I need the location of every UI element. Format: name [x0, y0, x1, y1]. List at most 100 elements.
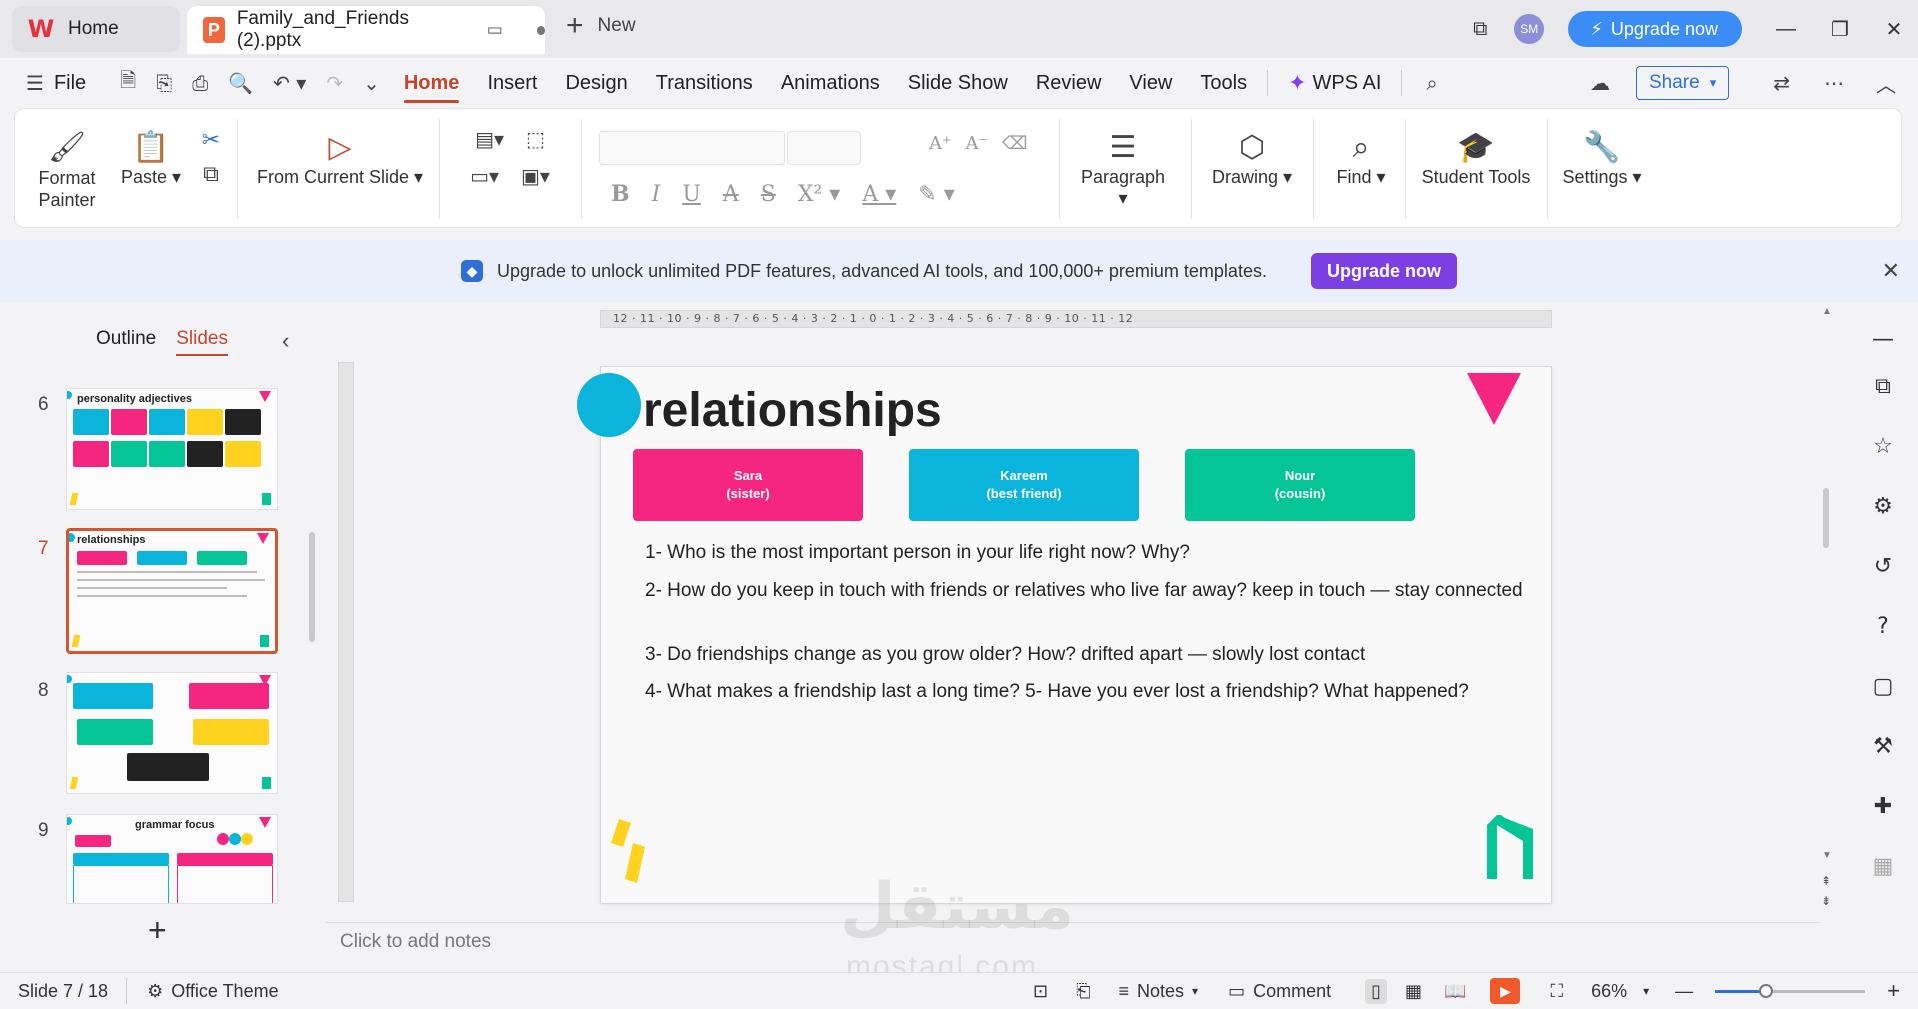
student-tools-button[interactable]: 🎓 Student Tools	[1417, 109, 1535, 229]
reading-view-icon[interactable]: 📖	[1444, 981, 1466, 1002]
notes-toggle[interactable]: ≡ Notes ▾	[1119, 981, 1199, 1002]
tab-document[interactable]: P Family_and_Friends (2).pptx ▭	[187, 6, 545, 54]
menu-transitions[interactable]: Transitions	[642, 63, 767, 103]
reset-icon[interactable]: ▣▾	[521, 164, 550, 189]
cut-copy-buttons[interactable]: ✂ ⧉	[193, 109, 229, 229]
underline-icon[interactable]: U	[682, 182, 701, 207]
relation-box-sara[interactable]: Sara (sister)	[633, 449, 863, 521]
normal-view-icon[interactable]: ▯	[1365, 978, 1388, 1004]
format-painter-button[interactable]: 🖌 Format Painter	[35, 109, 99, 229]
favorites-star-icon[interactable]: ☆	[1873, 416, 1893, 476]
zoom-out-icon[interactable]: —	[1675, 981, 1693, 1002]
more-options-icon[interactable]: ⋯	[1814, 71, 1854, 95]
collaborate-icon[interactable]: ⇄	[1763, 71, 1800, 95]
vertical-ruler[interactable]	[338, 362, 354, 902]
slide-title[interactable]: relationships	[643, 383, 942, 438]
scroll-up-icon[interactable]: ▲	[1822, 306, 1832, 317]
new-tab-button[interactable]: + New	[566, 11, 636, 41]
tab-outline[interactable]: Outline	[96, 328, 156, 356]
new-slide-icon[interactable]: ▤▾	[475, 127, 504, 152]
monitor-icon[interactable]: ▭	[487, 20, 503, 40]
question-2[interactable]: 2- How do you keep in touch with friends…	[645, 577, 1525, 605]
menu-wps-ai[interactable]: ✦ WPS AI	[1274, 63, 1395, 103]
collapse-panel-icon[interactable]: ‹	[282, 328, 289, 354]
history-icon[interactable]: ↺	[1874, 536, 1892, 596]
panel-scrollbar[interactable]	[309, 532, 315, 642]
menu-file[interactable]: File	[54, 63, 100, 103]
relation-box-nour[interactable]: Nour (cousin)	[1185, 449, 1415, 521]
menu-insert[interactable]: Insert	[473, 63, 551, 103]
zoom-level[interactable]: 66%	[1591, 981, 1627, 1002]
help-icon[interactable]: ?	[1877, 596, 1889, 656]
zoom-slider[interactable]	[1715, 983, 1866, 998]
increase-font-icon[interactable]: A⁺	[929, 133, 952, 154]
highlight-icon[interactable]: ✎ ▾	[918, 182, 954, 207]
close-icon[interactable]: ✕	[1882, 258, 1900, 284]
menu-view[interactable]: View	[1115, 63, 1186, 103]
menu-tools[interactable]: Tools	[1186, 63, 1261, 103]
layout-buttons[interactable]: ▤▾ ⬚ ▭▾ ▣▾	[455, 109, 565, 229]
slide-canvas[interactable]: relationships Sara (sister) Kareem (best…	[577, 366, 1552, 904]
upgrade-now-button[interactable]: ⚡ Upgrade now	[1568, 11, 1742, 47]
collapse-sidebar-icon[interactable]: —	[1872, 322, 1894, 356]
font-color-icon[interactable]: A ▾	[862, 182, 896, 207]
paste-button[interactable]: 📋 Paste ▾	[119, 109, 183, 229]
question-1[interactable]: 1- Who is the most important person in y…	[645, 539, 1525, 567]
slide-layout-icon[interactable]: ⧉	[1875, 356, 1891, 416]
question-4-5[interactable]: 4- What makes a friendship last a long t…	[645, 678, 1525, 706]
question-3[interactable]: 3- Do friendships change as you grow old…	[645, 641, 1525, 669]
menu-animations[interactable]: Animations	[767, 63, 894, 103]
prev-slide-icon[interactable]: ⇞	[1821, 874, 1831, 888]
avatar[interactable]: SM	[1514, 14, 1545, 44]
close-window-icon[interactable]: ✕	[1882, 17, 1906, 41]
cloud-sync-icon[interactable]: ☁	[1580, 71, 1620, 95]
theme-button[interactable]: ⚙ Office Theme	[147, 981, 279, 1002]
menu-home[interactable]: Home	[390, 63, 474, 103]
comment-toggle[interactable]: ▭ Comment	[1228, 981, 1331, 1002]
window-switch-icon[interactable]: ⧉	[1468, 17, 1492, 41]
properties-sliders-icon[interactable]: ⚙	[1873, 476, 1893, 536]
zoom-in-icon[interactable]: +	[1887, 978, 1900, 1004]
drawing-button[interactable]: ⬡ Drawing ▾	[1207, 109, 1297, 229]
canvas-scrollbar[interactable]: ▲ ▼ ⇞ ⇟	[1820, 302, 1834, 922]
tab-home[interactable]: W Home	[12, 6, 180, 52]
add-slide-icon[interactable]: +	[148, 912, 167, 949]
italic-icon[interactable]: I	[652, 182, 661, 207]
settings-button[interactable]: 🔧 Settings ▾	[1561, 109, 1643, 229]
unsaved-dot-icon[interactable]	[536, 25, 545, 35]
restore-icon[interactable]: ❐	[1828, 17, 1852, 41]
more-dropdown-icon[interactable]: ⌄	[353, 71, 390, 95]
share-button[interactable]: Share ▾	[1636, 66, 1730, 100]
decrease-font-icon[interactable]: A⁻	[966, 133, 989, 154]
superscript-icon[interactable]: X² ▾	[798, 182, 841, 207]
save-icon[interactable]: 🗎	[110, 66, 146, 100]
tools-icon[interactable]: ⚒	[1873, 716, 1893, 776]
print-icon[interactable]: ⎙	[182, 71, 218, 95]
sorter-view-icon[interactable]: ▦	[1405, 981, 1422, 1002]
paragraph-button[interactable]: ☰ Paragraph ▾	[1075, 109, 1171, 229]
bold-icon[interactable]: B	[611, 181, 630, 207]
export-slide-icon[interactable]: ⎗	[1076, 981, 1090, 1002]
comment-icon[interactable]: ▢	[1873, 656, 1894, 716]
tab-slides[interactable]: Slides	[176, 328, 228, 356]
undo-icon[interactable]: ↶ ▾	[263, 71, 316, 95]
fit-window-icon[interactable]: ⛶	[1550, 981, 1563, 1002]
zoom-dropdown-icon[interactable]: ▾	[1643, 984, 1649, 998]
layout-icon[interactable]: ⬚	[526, 127, 545, 152]
banner-upgrade-button[interactable]: Upgrade now	[1310, 253, 1457, 289]
slide-thumbnail-7[interactable]: relationships	[66, 528, 278, 654]
slide-thumbnail-6[interactable]: personality adjectives	[66, 388, 278, 510]
apps-grid-icon[interactable]: ▦	[1873, 836, 1894, 896]
section-icon[interactable]: ▭▾	[470, 164, 499, 189]
horizontal-ruler[interactable]: 12 · 11 · 10 · 9 · 8 · 7 · 6 · 5 · 4 · 3…	[600, 310, 1552, 328]
puzzle-icon[interactable]: ✚	[1874, 776, 1892, 836]
search-icon[interactable]: ⌕	[1416, 71, 1447, 95]
slide-thumbnail-9[interactable]: grammar focus	[66, 814, 278, 904]
menu-design[interactable]: Design	[551, 63, 641, 103]
fit-slide-icon[interactable]: ⊡	[1033, 981, 1048, 1002]
clear-format-icon[interactable]: ⌫	[1002, 133, 1027, 154]
font-size-combo[interactable]	[787, 131, 861, 165]
relation-box-kareem[interactable]: Kareem (best friend)	[909, 449, 1139, 521]
collapse-ribbon-icon[interactable]: ︿	[1866, 69, 1906, 98]
hamburger-icon[interactable]: ☰	[0, 71, 54, 95]
